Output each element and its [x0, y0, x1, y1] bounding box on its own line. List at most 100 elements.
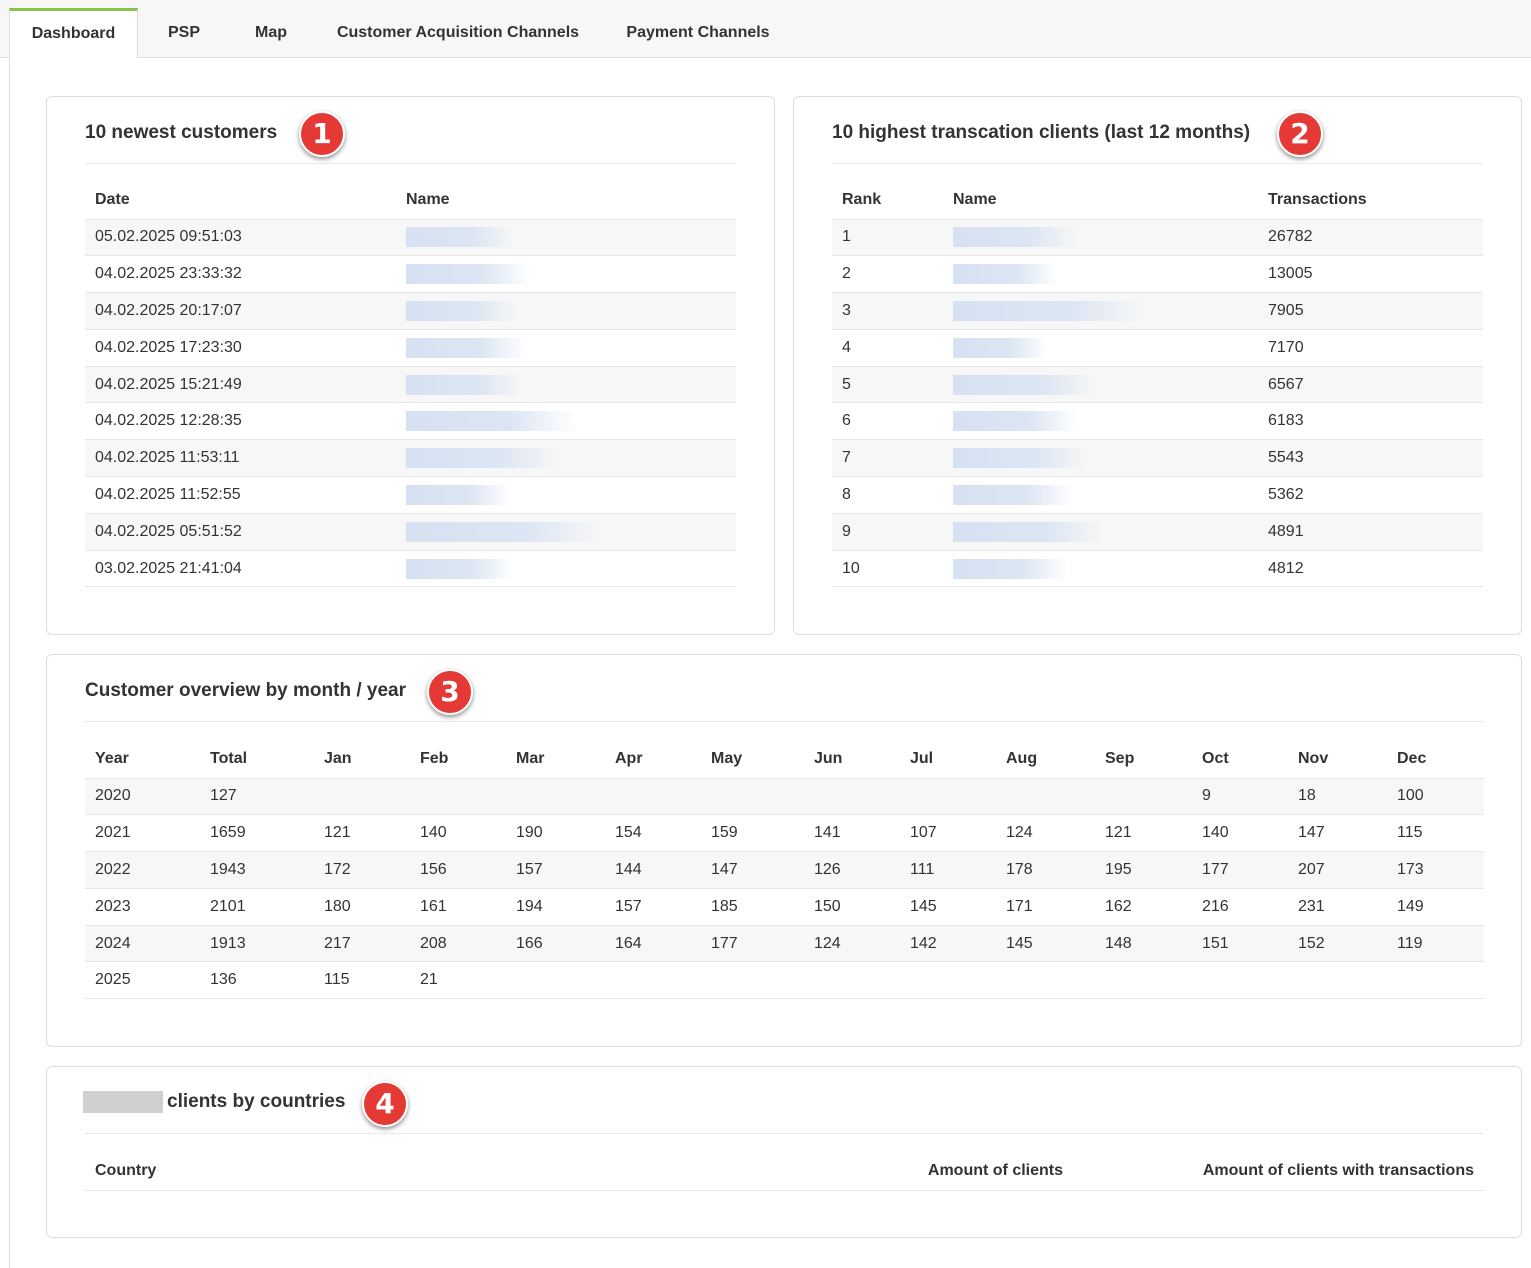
- overview-cell-total: 2101: [200, 888, 314, 926]
- table-row[interactable]: 4 7170: [832, 329, 1483, 367]
- column-header-name: Name: [396, 181, 736, 220]
- table-row[interactable]: 6 6183: [832, 402, 1483, 441]
- overview-cell-year: 2020: [85, 778, 200, 816]
- redaction-blur: [953, 300, 1148, 321]
- table-row[interactable]: 2024 1913 217 208 166 164 177 124 142 145 148 151 15…: [85, 925, 1484, 963]
- redaction-blur: [953, 264, 1058, 285]
- client-name-redacted: [943, 476, 1258, 514]
- tab-customer-acquisition-channels[interactable]: Customer Acquisition Channels: [324, 8, 592, 58]
- table-row[interactable]: 1 26782: [832, 219, 1483, 257]
- table-row[interactable]: 2022 1943 172 156 157 144 147 126 111 178 195 177 20…: [85, 851, 1484, 889]
- column-header-total: Total: [200, 740, 314, 779]
- overview-cell-year: 2023: [85, 888, 200, 926]
- table-row[interactable]: 04.02.2025 12:28:35: [85, 402, 736, 441]
- overview-cell-oct: 140: [1192, 814, 1288, 853]
- table-row[interactable]: 04.02.2025 23:33:32: [85, 255, 736, 294]
- overview-cell-year: 2022: [85, 851, 200, 889]
- overview-cell-nov: [1288, 961, 1387, 1000]
- newest-customers-table: Date Name 05.02.2025 09:51:03 04.02.2025…: [85, 181, 736, 588]
- table-row[interactable]: 3 7905: [832, 292, 1483, 330]
- redaction-blur: [406, 264, 531, 285]
- client-transactions: 4812: [1258, 550, 1483, 588]
- customer-date: 04.02.2025 23:33:32: [85, 255, 396, 294]
- client-transactions: 6183: [1258, 402, 1483, 441]
- client-rank: 10: [832, 550, 943, 588]
- table-row[interactable]: 04.02.2025 05:51:52: [85, 513, 736, 551]
- table-row[interactable]: 05.02.2025 09:51:03: [85, 219, 736, 257]
- table-row[interactable]: 04.02.2025 15:21:49: [85, 366, 736, 404]
- table-row[interactable]: 10 4812: [832, 550, 1483, 588]
- client-rank: 4: [832, 329, 943, 367]
- redaction-blur: [406, 484, 511, 505]
- table-header-row: Rank Name Transactions: [832, 181, 1483, 220]
- column-header-name: Name: [943, 181, 1258, 220]
- table-row[interactable]: 04.02.2025 20:17:07: [85, 292, 736, 330]
- column-header-aug: Aug: [996, 740, 1095, 779]
- overview-cell-mar: 194: [506, 888, 605, 926]
- table-row[interactable]: 8 5362: [832, 476, 1483, 514]
- table-row[interactable]: 04.02.2025 11:53:11: [85, 439, 736, 478]
- newest-customers-card: 10 newest customers 1 Date Name 05.02.20…: [46, 96, 775, 635]
- redaction-blur: [953, 374, 1098, 395]
- overview-cell-jun: 150: [804, 888, 900, 926]
- overview-cell-mar: 166: [506, 925, 605, 963]
- table-row[interactable]: 04.02.2025 11:52:55: [85, 476, 736, 514]
- customer-name-redacted: [396, 255, 736, 294]
- overview-cell-dec: 149: [1387, 888, 1484, 926]
- overview-cell-dec: 115: [1387, 814, 1484, 853]
- annotation-marker-1: 1: [299, 111, 345, 157]
- redacted-brand-name: [83, 1091, 163, 1113]
- customer-name-redacted: [396, 366, 736, 404]
- overview-cell-may: 147: [701, 851, 804, 889]
- overview-cell-sep: 121: [1095, 814, 1192, 853]
- table-row[interactable]: 9 4891: [832, 513, 1483, 551]
- column-header-amount-of-clients: Amount of clients: [885, 1152, 1073, 1191]
- tab-payment-channels[interactable]: Payment Channels: [612, 8, 784, 58]
- column-header-oct: Oct: [1192, 740, 1288, 779]
- overview-cell-may: [701, 961, 804, 1000]
- column-header-amount-of-clients-with-transactions: Amount of clients with transactions: [1073, 1152, 1484, 1191]
- table-row[interactable]: 03.02.2025 21:41:04: [85, 550, 736, 588]
- customer-date: 04.02.2025 12:28:35: [85, 402, 396, 441]
- redaction-blur: [953, 484, 1073, 505]
- table-row[interactable]: 2021 1659 121 140 190 154 159 141 107 124 121 140 14…: [85, 814, 1484, 853]
- table-row[interactable]: 2 13005: [832, 255, 1483, 294]
- column-header-may: May: [701, 740, 804, 779]
- table-row[interactable]: 7 5543: [832, 439, 1483, 478]
- customer-date: 03.02.2025 21:41:04: [85, 550, 396, 588]
- tab-map[interactable]: Map: [236, 8, 306, 58]
- overview-cell-total: 1659: [200, 814, 314, 853]
- top-clients-table: Rank Name Transactions 1 26782 2 13005 3 79…: [832, 181, 1483, 588]
- clients-by-countries-table: Country Amount of clients Amount of clie…: [85, 1152, 1484, 1191]
- overview-cell-sep: 162: [1095, 888, 1192, 926]
- annotation-marker-2: 2: [1277, 111, 1323, 157]
- table-row[interactable]: 2025 136 115 21: [85, 961, 1484, 1000]
- overview-cell-feb: [410, 778, 506, 816]
- overview-cell-mar: 190: [506, 814, 605, 853]
- overview-cell-apr: [605, 961, 701, 1000]
- table-row[interactable]: 5 6567: [832, 366, 1483, 404]
- tab-dashboard[interactable]: Dashboard: [9, 8, 138, 58]
- column-header-nov: Nov: [1288, 740, 1387, 779]
- client-transactions: 26782: [1258, 219, 1483, 257]
- client-transactions: 6567: [1258, 366, 1483, 404]
- overview-cell-apr: 154: [605, 814, 701, 853]
- column-header-jul: Jul: [900, 740, 996, 779]
- table-row[interactable]: 2020 127 9 18 100: [85, 778, 1484, 816]
- redaction-blur: [406, 227, 516, 248]
- tab-psp[interactable]: PSP: [148, 8, 220, 58]
- column-header-jun: Jun: [804, 740, 900, 779]
- customer-overview-card: Customer overview by month / year 3 Year…: [46, 654, 1522, 1047]
- top-clients-card: 10 highest transcation clients (last 12 …: [793, 96, 1522, 635]
- customer-date: 04.02.2025 11:52:55: [85, 476, 396, 514]
- card-divider: [85, 163, 736, 164]
- overview-cell-nov: 152: [1288, 925, 1387, 963]
- redaction-blur: [406, 300, 518, 321]
- overview-cell-jul: 107: [900, 814, 996, 853]
- client-rank: 8: [832, 476, 943, 514]
- client-name-redacted: [943, 329, 1258, 367]
- table-row[interactable]: 04.02.2025 17:23:30: [85, 329, 736, 367]
- overview-cell-dec: 119: [1387, 925, 1484, 963]
- table-row[interactable]: 2023 2101 180 161 194 157 185 150 145 171 162 216 23…: [85, 888, 1484, 926]
- client-rank: 9: [832, 513, 943, 551]
